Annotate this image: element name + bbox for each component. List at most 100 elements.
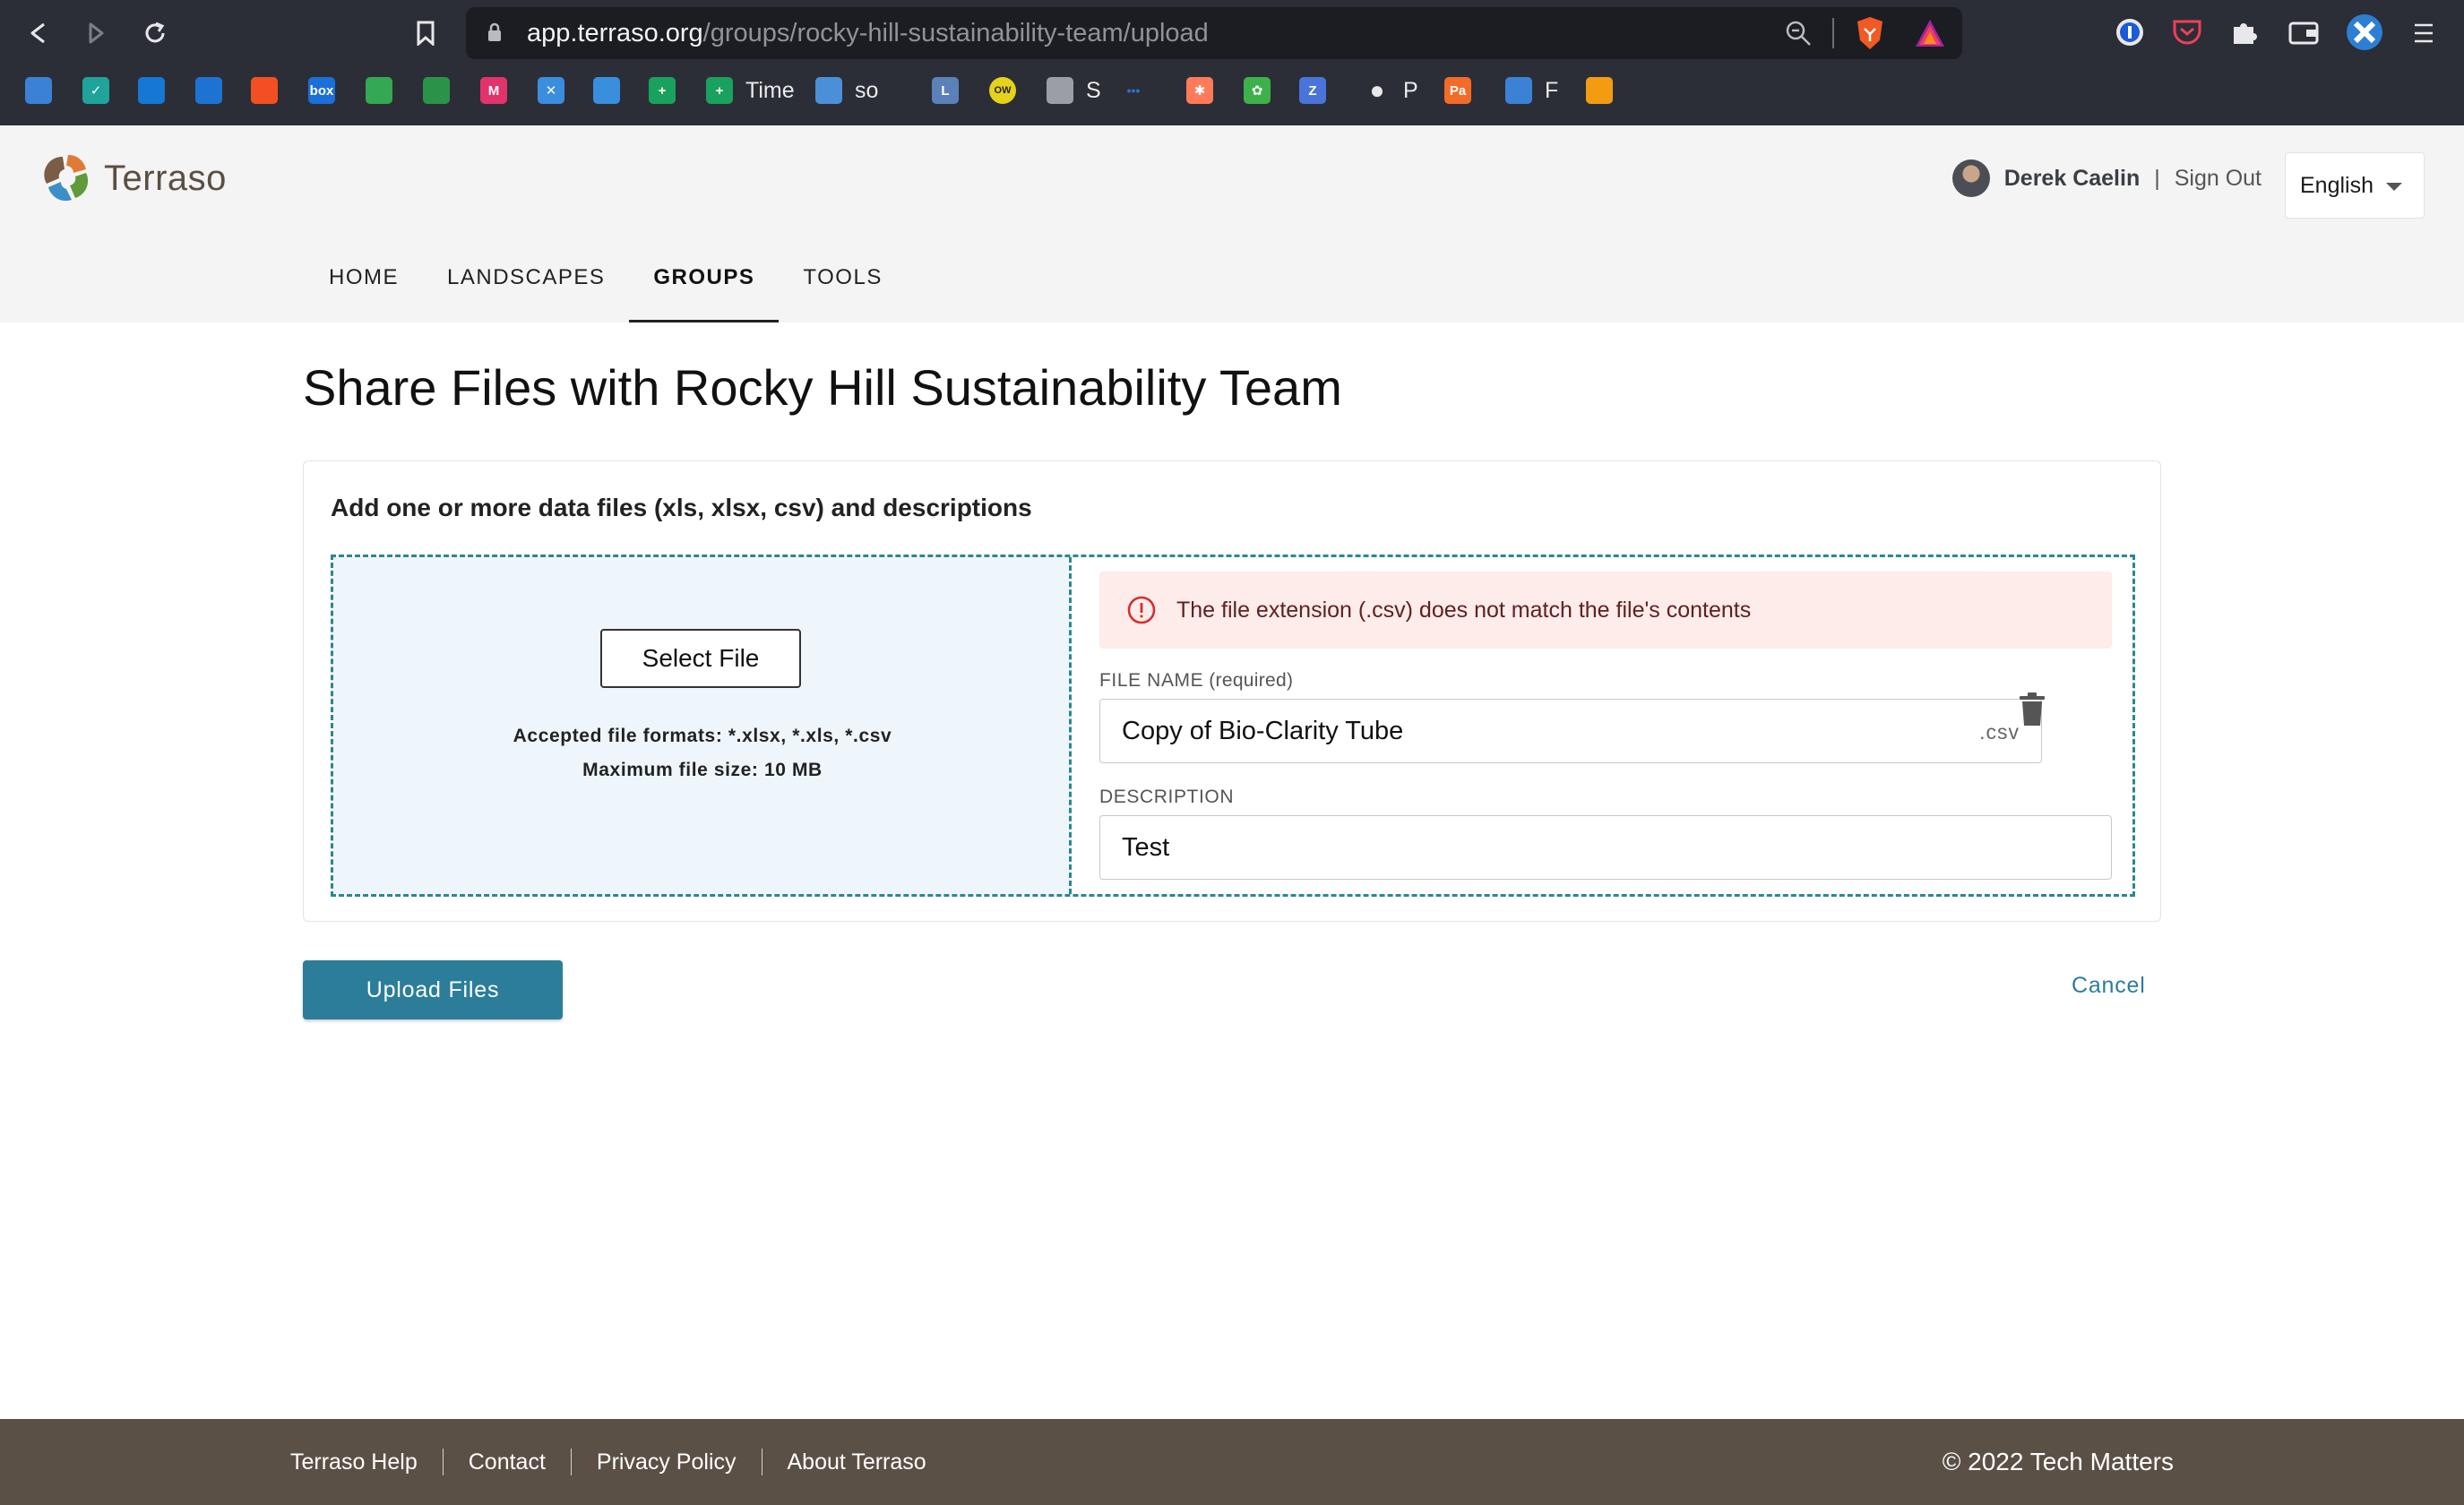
page-title: Share Files with Rocky Hill Sustainabili… xyxy=(303,359,1342,416)
brave-rewards-icon[interactable] xyxy=(1914,18,1946,48)
bookmark-item[interactable] xyxy=(251,70,278,111)
main-nav: HOME LANDSCAPES GROUPS TOOLS xyxy=(305,233,907,322)
description-field[interactable]: Test xyxy=(1099,815,2112,880)
browser-chrome: app.terraso.org/groups/rocky-hill-sustai… xyxy=(0,0,2464,125)
bookmark-item[interactable]: ✱ xyxy=(1186,70,1213,111)
sign-out-link[interactable]: Sign Out xyxy=(2175,166,2262,192)
delete-file-icon[interactable] xyxy=(2017,692,2047,727)
file-extension: .csv xyxy=(1979,720,2020,744)
bookmark-icon[interactable] xyxy=(405,13,446,54)
plus-sheet-icon: + xyxy=(649,77,676,104)
required-marker: (required) xyxy=(1209,670,1294,691)
onepassword-icon[interactable] xyxy=(2111,13,2149,51)
browser-toolbar: app.terraso.org/groups/rocky-hill-sustai… xyxy=(0,0,2464,66)
drop-area[interactable]: Select File Accepted file formats: *.xls… xyxy=(333,557,1072,894)
x-extension-icon[interactable] xyxy=(2346,13,2383,51)
bookmark-item[interactable]: ✿ xyxy=(1244,70,1271,111)
url-host: app.terraso.org xyxy=(527,19,703,47)
user-separator: | xyxy=(2154,165,2160,191)
cube-icon xyxy=(25,77,52,104)
bookmark-item[interactable]: Pa xyxy=(1444,70,1471,111)
footer-link-help[interactable]: Terraso Help xyxy=(265,1449,443,1475)
terraso-logo[interactable]: Terraso xyxy=(39,147,227,210)
bookmark-label: Time xyxy=(745,77,795,103)
copyright: © 2022 Tech Matters xyxy=(1942,1448,2174,1475)
url-path: /groups/rocky-hill-sustainability-team/u… xyxy=(702,19,1209,47)
reload-icon[interactable] xyxy=(134,13,176,54)
bookmark-item[interactable]: ✓ xyxy=(82,70,109,111)
bookmark-item[interactable]: box xyxy=(308,70,335,111)
bookmarks-bar: ✓ box M ✕ + + Time so L OW S ••• ✱ ✿ Z ● P Pa F xyxy=(0,70,2464,111)
caret-down-icon xyxy=(2386,183,2402,191)
bookmark-label: so xyxy=(855,77,879,103)
bookmark-item[interactable] xyxy=(195,70,222,111)
zoom-icon[interactable] xyxy=(1783,18,1814,48)
sheet-green-icon xyxy=(423,77,450,104)
nav-groups-label: GROUPS xyxy=(653,265,755,289)
menu-icon[interactable] xyxy=(2403,13,2444,54)
cube-icon xyxy=(1505,77,1532,104)
bookmark-item[interactable] xyxy=(593,70,620,111)
avatar[interactable] xyxy=(1951,159,1990,197)
file-drop-zone[interactable]: Select File Accepted file formats: *.xls… xyxy=(331,555,2135,897)
file-name-field[interactable]: Copy of Bio-Clarity Tube .csv xyxy=(1099,699,2042,763)
nav-tools[interactable]: TOOLS xyxy=(779,233,906,322)
nav-home[interactable]: HOME xyxy=(305,233,423,322)
bookmark-label: P xyxy=(1403,77,1418,103)
folder-icon xyxy=(1047,77,1073,104)
lock-icon xyxy=(488,22,501,41)
bookmark-item[interactable]: + Time xyxy=(706,70,795,111)
google-drive-icon xyxy=(366,77,392,104)
box-icon: box xyxy=(308,77,335,104)
bookmark-item[interactable]: L xyxy=(932,70,959,111)
bookmark-label: F xyxy=(1545,77,1559,103)
bookmark-item[interactable]: so xyxy=(815,70,878,111)
upload-files-button[interactable]: Upload Files xyxy=(303,960,563,1019)
star-cross-icon: ✕ xyxy=(538,77,564,104)
bookmark-item[interactable]: ••• xyxy=(1120,70,1147,111)
bookmark-item[interactable] xyxy=(138,70,165,111)
wallet-icon[interactable] xyxy=(2285,13,2322,51)
m-icon: M xyxy=(480,77,507,104)
bookmark-item[interactable]: + xyxy=(649,70,676,111)
bookmark-item[interactable]: F xyxy=(1505,70,1558,111)
address-bar[interactable]: app.terraso.org/groups/rocky-hill-sustai… xyxy=(466,7,1962,59)
cancel-button[interactable]: Cancel xyxy=(2072,973,2146,999)
bookmark-item[interactable]: S xyxy=(1047,70,1101,111)
back-icon[interactable] xyxy=(18,13,59,54)
footer-link-about[interactable]: About Terraso xyxy=(762,1449,952,1475)
logo-text: Terraso xyxy=(104,158,227,198)
nav-groups[interactable]: GROUPS xyxy=(629,233,780,322)
pocket-icon[interactable] xyxy=(2168,13,2206,51)
url-text: app.terraso.org/groups/rocky-hill-sustai… xyxy=(527,7,1209,59)
select-file-button[interactable]: Select File xyxy=(600,629,801,688)
hubspot-icon: ✱ xyxy=(1186,77,1213,104)
bookmark-item[interactable] xyxy=(25,70,52,111)
brave-shield-icon[interactable] xyxy=(1855,16,1885,50)
puzzle-icon[interactable] xyxy=(2226,13,2263,51)
max-file-size: Maximum file size: 10 MB xyxy=(582,760,823,780)
footer-link-contact[interactable]: Contact xyxy=(444,1449,571,1475)
checkbox-icon: ✓ xyxy=(82,77,109,104)
bookmark-item[interactable]: M xyxy=(480,70,507,111)
user-name[interactable]: Derek Caelin xyxy=(2004,166,2140,192)
card-heading: Add one or more data files (xls, xlsx, c… xyxy=(331,494,1032,521)
bookmark-item[interactable]: ● P xyxy=(1364,70,1418,111)
bookmark-item[interactable]: ✕ xyxy=(538,70,564,111)
language-select[interactable]: English xyxy=(2285,152,2425,219)
pa-icon: Pa xyxy=(1444,77,1471,104)
upload-card: Add one or more data files (xls, xlsx, c… xyxy=(303,460,2161,922)
bookmark-item[interactable]: OW xyxy=(989,70,1016,111)
bookmark-item[interactable] xyxy=(423,70,450,111)
nav-landscapes[interactable]: LANDSCAPES xyxy=(423,233,629,322)
forward-icon[interactable] xyxy=(75,13,116,54)
microsoft-icon xyxy=(251,77,278,104)
bookmark-item[interactable]: Z xyxy=(1299,70,1326,111)
plus-sheet-icon: + xyxy=(706,77,733,104)
nav-home-label: HOME xyxy=(329,265,399,289)
description-label: DESCRIPTION xyxy=(1099,787,1235,807)
l-icon: L xyxy=(932,77,959,104)
bookmark-item[interactable] xyxy=(366,70,392,111)
footer-link-privacy[interactable]: Privacy Policy xyxy=(572,1449,762,1475)
bookmark-item[interactable] xyxy=(1586,70,1613,111)
